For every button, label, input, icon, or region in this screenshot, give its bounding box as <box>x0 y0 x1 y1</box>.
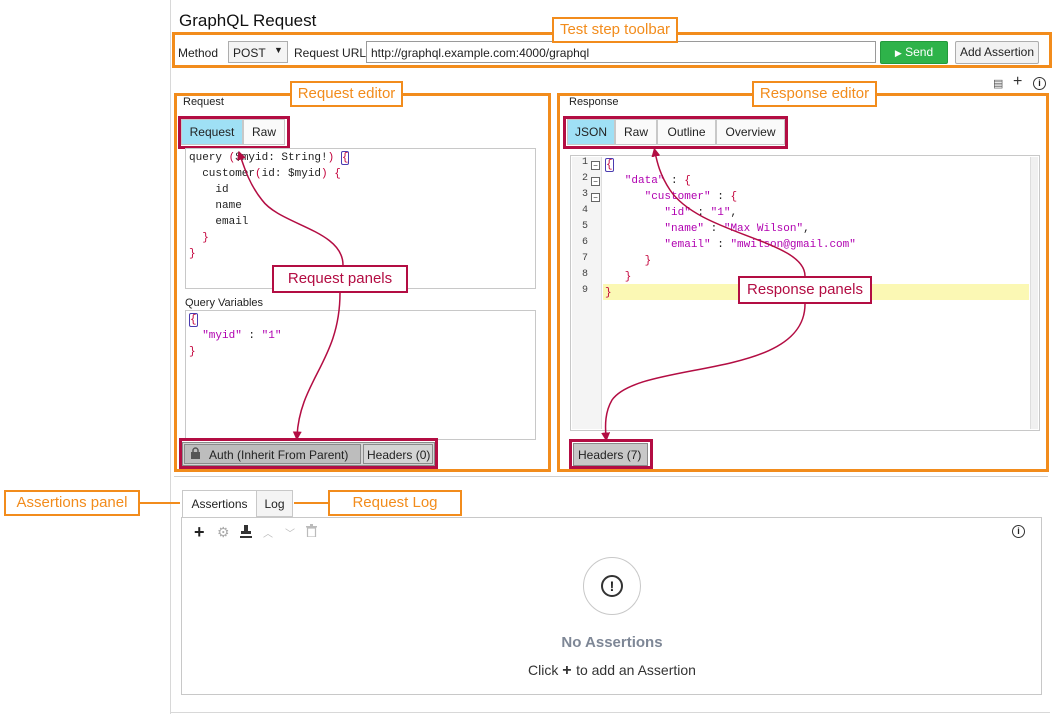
callout-connectors <box>140 147 806 504</box>
arrow-to-response-tabs <box>651 147 806 277</box>
arrow-to-request-tabs <box>237 150 344 266</box>
arrow-to-request-bottom-tabs <box>292 292 341 441</box>
arrow-to-response-bottom-tabs <box>601 303 806 442</box>
